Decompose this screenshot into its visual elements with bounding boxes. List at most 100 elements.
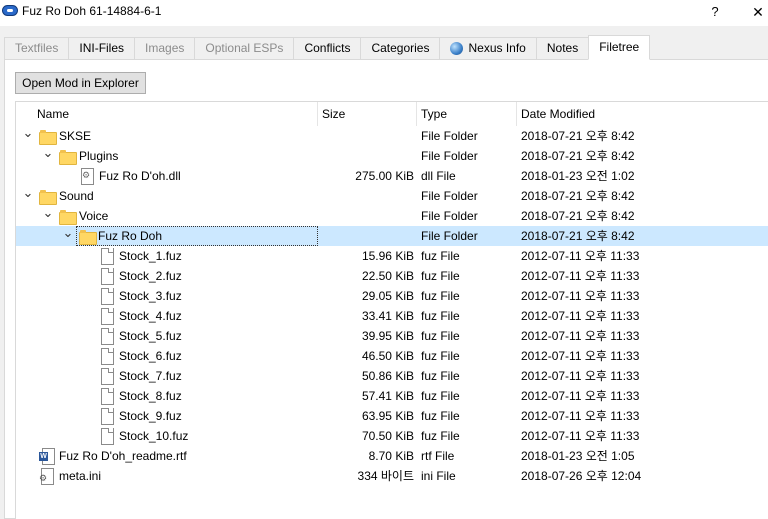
tree-item-name: Plugins [79, 149, 119, 163]
tab-ini-files[interactable]: INI-Files [68, 37, 135, 60]
tree-file-row[interactable]: Stock_10.fuz 70.50 KiB fuz File 2012-07-11 … [16, 426, 768, 446]
tree-file-row[interactable]: Stock_6.fuz 46.50 KiB fuz File 2012-07-11 오… [16, 346, 768, 366]
tab-label: Filetree [599, 40, 640, 54]
tree-file-row[interactable]: Stock_5.fuz 39.95 KiB fuz File 2012-07-11 오… [16, 326, 768, 346]
dll-file-icon [79, 168, 95, 185]
tree-item-size: 334 바이트 [357, 469, 414, 483]
tree-item-name: Stock_4.fuz [119, 309, 182, 323]
tree-item-date-modified: 2018-07-21 오후 8:42 [521, 189, 635, 203]
tree-folder-row[interactable]: ⌄ Sound File Folder 2018-07-21 오후 8:42 [16, 186, 768, 206]
tree-item-type: fuz File [421, 349, 460, 363]
tree-item-type: File Folder [421, 149, 478, 163]
tree-folder-row[interactable]: ⌄ Fuz Ro Doh File Folder 2018-07-21 오후 8:42 [16, 226, 768, 246]
tree-file-row[interactable]: Stock_8.fuz 57.41 KiB fuz File 2012-07-11 오… [16, 386, 768, 406]
tree-item-name: meta.ini [59, 469, 102, 483]
tree-item-type: File Folder [421, 189, 478, 203]
chevron-down-icon[interactable]: ⌄ [22, 126, 34, 146]
file-tree[interactable]: Name Size Type Date Modified ⌄ SKSE File F… [15, 101, 768, 519]
tree-item-type: File Folder [421, 229, 478, 243]
tree-item-type: rtf File [421, 449, 455, 463]
column-header-type[interactable]: Type [417, 102, 517, 126]
tab-categories[interactable]: Categories [360, 37, 440, 60]
tree-item-name: Stock_9.fuz [119, 409, 182, 423]
tree-file-row[interactable]: Stock_7.fuz 50.86 KiB fuz File 2012-07-11 오… [16, 366, 768, 386]
help-button[interactable]: ? [703, 2, 727, 22]
tree-item-size [318, 126, 414, 146]
file-icon [99, 328, 115, 345]
tree-file-row[interactable]: Stock_4.fuz 33.41 KiB fuz File 2012-07-11 오… [16, 306, 768, 326]
file-icon [99, 308, 115, 325]
tree-folder-row[interactable]: ⌄ SKSE File Folder 2018-07-21 오후 8:42 [16, 126, 768, 146]
tab-nexus-info[interactable]: Nexus Info [439, 37, 536, 60]
tree-item-type: ini File [421, 469, 456, 483]
tree-item-type: File Folder [421, 129, 478, 143]
tree-item-size: 275.00 KiB [355, 169, 414, 183]
tree-item-size: 39.95 KiB [361, 329, 414, 343]
tree-file-row[interactable]: Stock_2.fuz 22.50 KiB fuz File 2012-07-11 오… [16, 266, 768, 286]
tree-item-name: Stock_7.fuz [119, 369, 182, 383]
file-icon [99, 268, 115, 285]
tree-file-row[interactable]: meta.ini 334 바이트 ini File 2018-07-26 오후 12:… [16, 466, 768, 486]
chevron-down-icon[interactable]: ⌄ [42, 206, 54, 226]
tree-item-date-modified: 2012-07-11 오후 11:33 [521, 269, 640, 283]
tree-item-size: 15.96 KiB [361, 249, 414, 263]
tab-textfiles: Textfiles [4, 37, 69, 60]
open-mod-in-explorer-button[interactable]: Open Mod in Explorer [15, 72, 146, 94]
globe-icon [450, 42, 464, 55]
tree-item-type: fuz File [421, 389, 460, 403]
tab-label: Nexus Info [468, 41, 526, 55]
folder-icon [59, 208, 77, 225]
tree-item-size [318, 226, 414, 246]
tree-file-row[interactable]: Fuz Ro D'oh.dll 275.00 KiB dll File 2018-01… [16, 166, 768, 186]
tree-item-name: Stock_3.fuz [119, 289, 182, 303]
tab-label: Conflicts [304, 41, 351, 55]
mod-info-dialog: Textfiles INI-Files Images Optional ESPs Con… [0, 26, 768, 519]
tree-item-name: Fuz Ro Doh [76, 226, 318, 246]
tab-filetree[interactable]: Filetree [588, 35, 651, 60]
tree-file-row[interactable]: Fuz Ro D'oh_readme.rtf 8.70 KiB rtf File 20… [16, 446, 768, 466]
tab-images: Images [134, 37, 195, 60]
tab-optional-esps: Optional ESPs [194, 37, 294, 60]
tree-file-row[interactable]: Stock_1.fuz 15.96 KiB fuz File 2012-07-11 오… [16, 246, 768, 266]
tree-item-date-modified: 2018-07-21 오후 8:42 [521, 209, 635, 223]
tree-item-name: Stock_2.fuz [119, 269, 182, 283]
tree-item-size: 8.70 KiB [368, 449, 414, 463]
tree-item-size: 57.41 KiB [361, 389, 414, 403]
chevron-down-icon[interactable]: ⌄ [62, 226, 74, 246]
tree-item-name: Stock_1.fuz [119, 249, 182, 263]
tree-file-row[interactable]: Stock_3.fuz 29.05 KiB fuz File 2012-07-11 오… [16, 286, 768, 306]
tree-item-size: 70.50 KiB [361, 429, 414, 443]
tree-folder-row[interactable]: ⌄ Voice File Folder 2018-07-21 오후 8:42 [16, 206, 768, 226]
tree-item-type: fuz File [421, 369, 460, 383]
tree-rows: ⌄ SKSE File Folder 2018-07-21 오후 8:42 ⌄ Plugi… [16, 126, 768, 486]
tree-item-name: Stock_10.fuz [119, 429, 189, 443]
tree-item-name: Stock_8.fuz [119, 389, 182, 403]
tab-label: Textfiles [15, 41, 59, 55]
tree-folder-row[interactable]: ⌄ Plugins File Folder 2018-07-21 오후 8:42 [16, 146, 768, 166]
tree-item-date-modified: 2018-07-26 오후 12:04 [521, 469, 642, 483]
tree-item-date-modified: 2012-07-11 오후 11:33 [521, 349, 640, 363]
tree-item-size: 46.50 KiB [361, 349, 414, 363]
column-header-name[interactable]: Name [31, 102, 318, 126]
tree-item-date-modified: 2018-07-21 오후 8:42 [521, 149, 635, 163]
tree-item-type: fuz File [421, 309, 460, 323]
tree-item-size: 29.05 KiB [361, 289, 414, 303]
tree-item-size [318, 146, 414, 166]
tree-item-size: 33.41 KiB [361, 309, 414, 323]
tree-item-type: fuz File [421, 409, 460, 423]
close-button[interactable]: ✕ [746, 2, 768, 22]
tree-item-date-modified: 2018-01-23 오전 1:05 [521, 449, 635, 463]
tree-item-name: Voice [79, 209, 109, 223]
chevron-down-icon[interactable]: ⌄ [22, 186, 34, 206]
tab-label: INI-Files [79, 41, 125, 55]
folder-icon [39, 128, 57, 145]
tree-item-type: fuz File [421, 269, 460, 283]
tree-item-date-modified: 2012-07-11 오후 11:33 [521, 369, 640, 383]
tab-notes[interactable]: Notes [535, 37, 589, 60]
column-header-size[interactable]: Size [318, 102, 417, 126]
tree-file-row[interactable]: Stock_9.fuz 63.95 KiB fuz File 2012-07-11 오… [16, 406, 768, 426]
column-header-date-modified[interactable]: Date Modified [517, 102, 717, 126]
chevron-down-icon[interactable]: ⌄ [42, 146, 54, 166]
tab-conflicts[interactable]: Conflicts [293, 37, 361, 60]
tree-item-date-modified: 2012-07-11 오후 11:33 [521, 409, 640, 423]
